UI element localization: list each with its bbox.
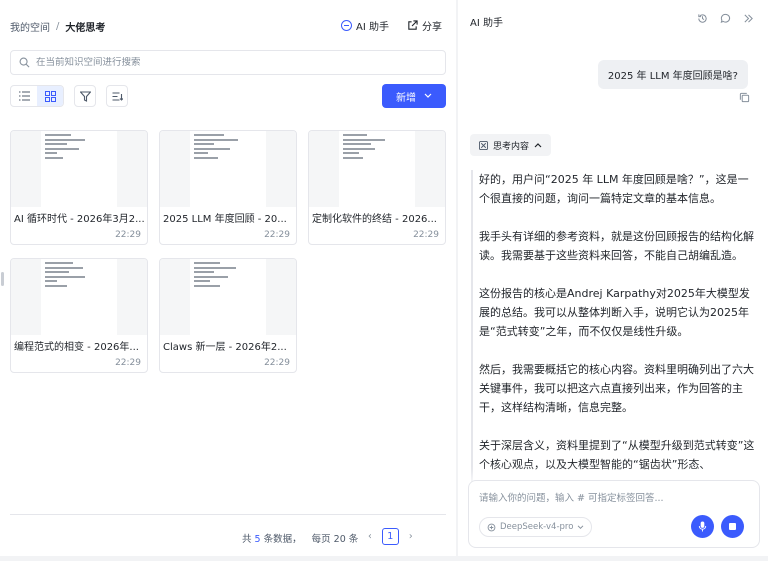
app-window: 我的空间 / 大佬思考 AI 助手 分享 在当前知识空间进行搜索 新增 AI 循… [0, 0, 768, 561]
knowledge-space-panel: 我的空间 / 大佬思考 AI 助手 分享 在当前知识空间进行搜索 新增 AI 循… [0, 0, 456, 556]
chat-input[interactable] [479, 490, 749, 506]
list-icon [18, 91, 30, 101]
grid-icon [44, 90, 56, 102]
document-thumbnail [11, 259, 147, 335]
search-input[interactable] [36, 57, 416, 68]
breadcrumb: 我的空间 / 大佬思考 [10, 19, 105, 34]
model-icon [487, 523, 496, 531]
microphone-icon [698, 521, 707, 532]
think-content-toggle[interactable]: 思考内容 [470, 134, 552, 156]
page-size-text[interactable]: 每页 20 条 [312, 531, 359, 545]
pagination-info: 共 5 条数据， 每页 20 条 [242, 531, 358, 545]
stop-button[interactable] [721, 515, 744, 538]
current-page[interactable]: 1 [381, 528, 399, 545]
share-button[interactable]: 分享 [407, 18, 442, 33]
document-card[interactable]: Claws 新一层 - 2026年2... 22:29 [159, 258, 297, 373]
document-time: 22:29 [413, 230, 439, 240]
model-selector[interactable]: DeepSeek-v4-pro [479, 517, 593, 537]
filter-button[interactable] [74, 85, 96, 107]
assistant-title: AI 助手 [470, 18, 503, 29]
think-icon [479, 140, 488, 150]
voice-input-button[interactable] [691, 515, 714, 538]
document-time: 22:29 [264, 230, 290, 240]
breadcrumb-root[interactable]: 我的空间 [10, 19, 50, 34]
share-label: 分享 [422, 22, 442, 33]
breadcrumb-separator: / [56, 21, 60, 32]
model-name: DeepSeek-v4-pro [500, 522, 574, 532]
document-title: Claws 新一层 - 2026年2... [163, 342, 287, 353]
toolbar [10, 85, 128, 107]
think-paragraph: 这份报告的核心是Andrej Karpathy对2025年大模型发展的总结。我可… [479, 287, 750, 338]
list-view-button[interactable] [11, 86, 37, 106]
ai-assistant-label: AI 助手 [356, 22, 389, 33]
share-icon [408, 20, 418, 30]
document-time: 22:29 [115, 358, 141, 368]
document-card[interactable]: 定制化软件的终结 - 2026... 22:29 [308, 130, 446, 245]
document-card[interactable]: 编程范式的相变 - 2026年... 22:29 [10, 258, 148, 373]
think-paragraph: 我手头有详细的参考资料，就是这份回顾报告的结构化解读。我需要基于这些资料来回答，… [479, 230, 754, 262]
document-time: 22:29 [115, 230, 141, 240]
sort-icon [112, 91, 123, 101]
new-button-label: 新增 [396, 92, 416, 104]
document-thumbnail [160, 131, 296, 207]
user-message: 2025 年 LLM 年度回顾是啥? [597, 60, 748, 89]
view-toggle [10, 85, 64, 107]
collapse-icon[interactable] [743, 13, 754, 24]
grid-view-button[interactable] [37, 86, 63, 106]
new-chat-icon[interactable] [720, 13, 731, 24]
chevron-down-icon [578, 524, 584, 529]
total-count-text: 共 5 条数据， [242, 534, 302, 545]
prev-page-button[interactable]: ‹ [368, 531, 372, 542]
think-content: 好的，用户问“2025 年 LLM 年度回顾是啥？”，这是一个很直接的问题，询问… [471, 170, 756, 484]
assistant-header-actions [697, 13, 754, 24]
think-paragraph: 然后，我需要概括它的核心内容。资料里明确列出了六大关键事件，我可以把这六点直接列… [479, 363, 754, 414]
document-time: 22:29 [264, 358, 290, 368]
chevron-down-icon [424, 93, 432, 98]
ai-assistant-button[interactable]: AI 助手 [341, 18, 389, 33]
document-title: 2025 LLM 年度回顾 - 20... [163, 214, 287, 225]
breadcrumb-current: 大佬思考 [65, 23, 106, 34]
sort-button[interactable] [106, 85, 128, 107]
ai-assistant-icon [341, 20, 353, 31]
document-thumbnail [309, 131, 445, 207]
document-title: 编程范式的相变 - 2026年... [14, 342, 139, 353]
document-thumbnail [11, 131, 147, 207]
document-title: AI 循环时代 - 2026年3月2... [14, 214, 145, 225]
document-card[interactable]: AI 循环时代 - 2026年3月2... 22:29 [10, 130, 148, 245]
total-count: 5 [254, 534, 261, 545]
pagination-nav: ‹ 1 › [368, 528, 413, 545]
think-paragraph: 好的，用户问“2025 年 LLM 年度回顾是啥？”，这是一个很直接的问题，询问… [479, 173, 749, 205]
document-card[interactable]: 2025 LLM 年度回顾 - 20... 22:29 [159, 130, 297, 245]
search-icon [19, 57, 30, 68]
panel-drag-handle[interactable] [1, 272, 4, 286]
search-box [10, 50, 446, 75]
chat-composer: DeepSeek-v4-pro [468, 480, 760, 548]
pagination: 共 5 条数据， 每页 20 条 ‹ 1 › [10, 514, 446, 556]
think-paragraph: 关于深层含义，资料里提到了“从模型升级到范式转变”这个核心观点，以及大模型智能的… [479, 439, 755, 471]
think-content-label: 思考内容 [493, 141, 530, 152]
stop-icon [729, 523, 736, 530]
new-button[interactable]: 新增 [382, 84, 446, 108]
copy-icon[interactable] [739, 92, 750, 103]
top-actions: AI 助手 分享 [341, 18, 442, 33]
document-title: 定制化软件的终结 - 2026... [312, 214, 437, 225]
document-thumbnail [160, 259, 296, 335]
filter-icon [79, 90, 91, 102]
next-page-button[interactable]: › [409, 531, 413, 542]
history-icon[interactable] [697, 13, 708, 24]
ai-assistant-panel: AI 助手 2025 年 LLM 年度回顾是啥? 思考内容 好的，用户问“202… [458, 0, 768, 556]
chevron-up-icon [534, 143, 542, 148]
